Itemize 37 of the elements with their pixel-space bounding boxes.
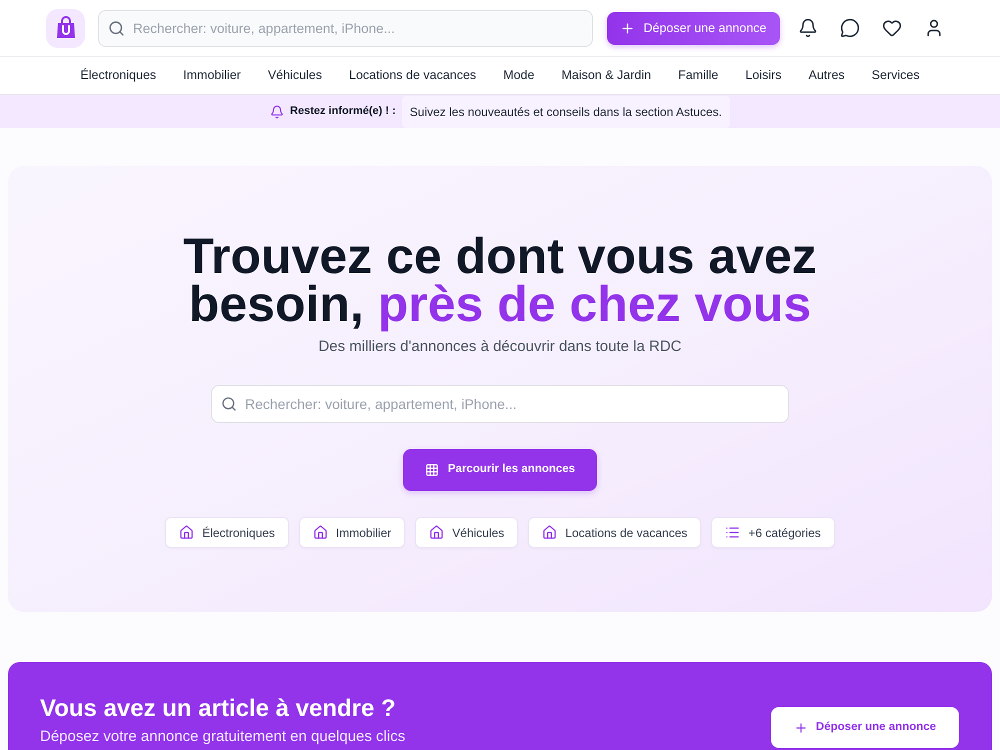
category-chip[interactable]: Immobilier [298,517,406,548]
house-icon [312,525,328,540]
plus-icon [794,720,808,734]
nav-link[interactable]: Famille [678,66,718,85]
nav-link[interactable]: Électroniques [80,66,156,85]
house-icon [179,525,194,540]
nav-link[interactable]: Loisirs [745,66,782,85]
search-field[interactable]: Rechercher: voiture, appartement, iPhone... [98,10,593,46]
nav-link[interactable]: Immobilier [183,66,241,85]
nav-link[interactable]: Mode [503,66,534,85]
house-icon [542,525,558,540]
logo-icon[interactable] [46,8,85,48]
hero-search-field[interactable]: Rechercher: voiture, appartement, iPhone... [211,385,789,423]
nav-link[interactable]: Services [872,66,920,85]
category-chip[interactable]: +6 catégories [711,517,835,548]
list-icon [725,525,740,540]
browse-listings-button[interactable]: Parcourir les annonces [403,449,597,491]
plus-icon [620,20,636,36]
banner-subtitle: Déposez votre annonce gratuitement en quelques clics [40,728,406,746]
nav-link[interactable]: Autres [808,66,845,85]
category-chip[interactable]: Électroniques [165,517,289,548]
nav-link[interactable]: Véhicules [268,66,322,85]
banner-title: Vous avez un article à vendre ? [40,694,397,724]
info-title: Restez informé(e) ! : [290,104,396,120]
house-icon [429,525,444,540]
search-icon [108,20,125,36]
post-ad-button[interactable]: Déposer une annonce [607,12,780,44]
info-message: Suivez les nouveautés et conseils dans la section Astuces. [402,96,730,128]
nav-link[interactable]: Locations de vacances [349,66,476,85]
category-chip[interactable]: Locations de vacances [528,517,702,548]
category-chip[interactable]: Véhicules [415,517,518,548]
nav-link[interactable]: Maison & Jardin [561,66,652,85]
banner-post-ad-button[interactable]: Déposer une annonce [771,707,959,748]
bell-icon [270,104,284,118]
hero-subtitle: Des milliers d'annonces à découvrir dans toute la RDC [318,337,682,357]
grid-icon [424,463,439,477]
search-icon [221,396,237,412]
